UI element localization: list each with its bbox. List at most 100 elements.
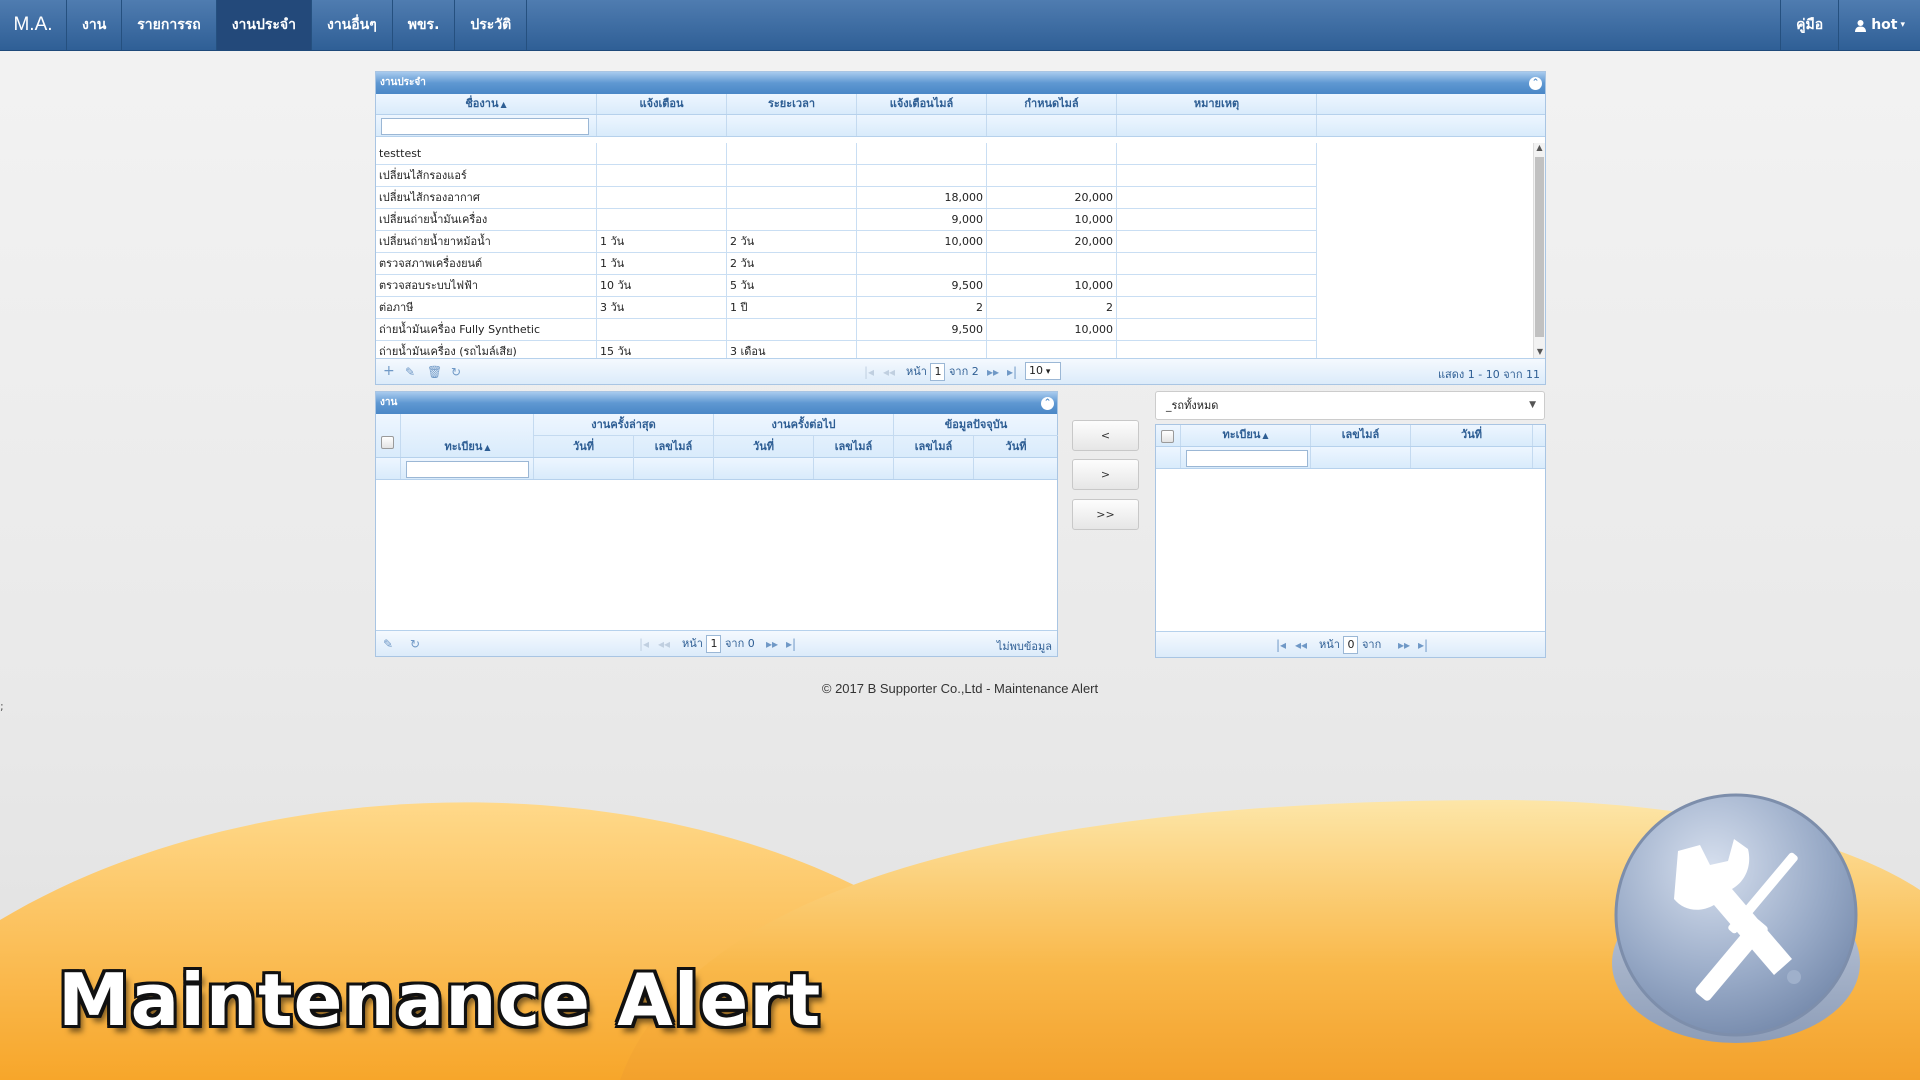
column-header-notify-mileage[interactable]: แจ้งเตือนไมล์ [857, 94, 987, 114]
plus-icon[interactable]: + [383, 363, 395, 379]
table-cell: ถ่ายน้ำมันเครื่อง Fully Synthetic [376, 319, 597, 341]
grid-filter-row [1156, 447, 1545, 469]
filter-cell [857, 115, 987, 136]
column-header-last-date[interactable]: วันที่ [534, 436, 634, 458]
car-group-select[interactable]: _รถทั้งหมด ▼ [1155, 391, 1545, 420]
scroll-thumb[interactable] [1535, 157, 1544, 337]
column-header-notify[interactable]: แจ้งเตือน [597, 94, 727, 114]
rows-per-page-select[interactable]: 10 ▾ [1025, 362, 1061, 380]
table-cell: 10 วัน [597, 275, 727, 297]
column-header-current-mileage[interactable]: เลขไมล์ [894, 436, 974, 458]
table-cell: 1 วัน [597, 231, 727, 253]
select-all-checkbox[interactable] [381, 436, 394, 449]
column-header-next-date[interactable]: วันที่ [714, 436, 814, 458]
plate-filter-input[interactable] [406, 461, 529, 478]
table-row[interactable]: ถ่ายน้ำมันเครื่อง (รถไมล์เสีย) 15 วัน 3 เด… [376, 341, 1317, 359]
move-left-button[interactable]: < [1072, 420, 1139, 451]
table-cell: 10,000 [857, 231, 987, 253]
next-page-icon[interactable]: ▸▸ [1398, 638, 1410, 652]
grid-caption: งานประจำ ⌃ [376, 72, 1545, 94]
move-all-right-button[interactable]: >> [1072, 499, 1139, 530]
trash-icon[interactable]: 🗑 [427, 365, 442, 379]
table-row[interactable]: เปลี่ยนถ่ายน้ำยาหม้อน้ำ 1 วัน 2 วัน 10,000 2… [376, 231, 1317, 253]
table-cell: ถ่ายน้ำมันเครื่อง (รถไมล์เสีย) [376, 341, 597, 359]
column-header-plate[interactable]: ทะเบียน ▲ [401, 436, 534, 458]
table-cell [1117, 275, 1317, 297]
nav-manual-link[interactable]: คู่มือ [1780, 0, 1838, 50]
table-cell [987, 253, 1117, 275]
page-input[interactable]: 0 [1343, 636, 1359, 654]
table-row[interactable]: ต่อภาษี 3 วัน 1 ปี 2 2 [376, 297, 1317, 319]
page-of-label: จาก 2 [948, 365, 979, 378]
column-header-due-mileage[interactable]: กำหนดไมล์ [987, 94, 1117, 114]
nav-item-other-jobs[interactable]: งานอื่นๆ [312, 0, 393, 50]
filter-cell [1311, 447, 1411, 468]
prev-page-icon[interactable]: ◂◂ [658, 637, 670, 651]
table-cell [1117, 165, 1317, 187]
first-page-icon[interactable]: |◂ [864, 365, 874, 379]
table-cell [1117, 209, 1317, 231]
table-row[interactable]: ตรวจสอบระบบไฟฟ้า 10 วัน 5 วัน 9,500 10,000 [376, 275, 1317, 297]
next-page-icon[interactable]: ▸▸ [766, 637, 778, 651]
select-all-checkbox[interactable] [1161, 430, 1174, 443]
nav-item-routine-jobs[interactable]: งานประจำ [216, 0, 312, 50]
prev-page-icon[interactable]: ◂◂ [883, 365, 895, 379]
column-header-date[interactable]: วันที่ [1411, 425, 1533, 446]
filter-cell [1411, 447, 1533, 468]
grid-header-row: ชื่องาน ▲ แจ้งเตือน ระยะเวลา แจ้งเตือนไมล… [376, 94, 1545, 115]
collapse-icon[interactable]: ⌃ [1041, 397, 1054, 410]
column-header-job-name[interactable]: ชื่องาน ▲ [376, 94, 597, 114]
last-page-icon[interactable]: ▸| [1418, 638, 1428, 652]
page-input[interactable]: 1 [930, 363, 946, 381]
table-cell [1117, 187, 1317, 209]
grid-filter-row [376, 458, 1057, 480]
first-page-icon[interactable]: |◂ [1276, 638, 1286, 652]
table-cell [597, 143, 727, 165]
page-indicator: หน้า 1 จาก 0 [682, 634, 755, 653]
plate-filter-input[interactable] [1186, 450, 1308, 467]
refresh-icon[interactable]: ↻ [451, 365, 461, 379]
column-header-current-date[interactable]: วันที่ [974, 436, 1058, 458]
nav-item-history[interactable]: ประวัติ [455, 0, 528, 50]
collapse-icon[interactable]: ⌃ [1529, 77, 1542, 90]
page-input[interactable]: 1 [706, 635, 722, 653]
nav-item-drivers[interactable]: พขร. [393, 0, 456, 50]
scroll-up-icon[interactable]: ▲ [1534, 143, 1545, 155]
column-header-remark[interactable]: หมายเหตุ [1117, 94, 1317, 114]
move-right-button[interactable]: > [1072, 459, 1139, 490]
table-row[interactable]: เปลี่ยนไส้กรองอากาศ 18,000 20,000 [376, 187, 1317, 209]
table-row[interactable]: ตรวจสภาพเครื่องยนต์ 1 วัน 2 วัน [376, 253, 1317, 275]
table-row[interactable]: testtest [376, 143, 1317, 165]
brand-logo-text[interactable]: M.A. [0, 0, 67, 50]
column-header-mileage[interactable]: เลขไมล์ [1311, 425, 1411, 446]
column-header-duration[interactable]: ระยะเวลา [727, 94, 857, 114]
first-page-icon[interactable]: |◂ [639, 637, 649, 651]
table-cell [727, 165, 857, 187]
select-all-cell [1156, 425, 1181, 446]
caret-down-icon: ▾ [1043, 367, 1051, 377]
nav-item-jobs[interactable]: งาน [67, 0, 123, 50]
table-row[interactable]: เปลี่ยนถ่ายน้ำมันเครื่อง 9,000 10,000 [376, 209, 1317, 231]
user-menu[interactable]: hot ▾ [1838, 0, 1920, 50]
table-cell: 5 วัน [727, 275, 857, 297]
table-cell: 15 วัน [597, 341, 727, 359]
pencil-icon[interactable]: ✎ [383, 637, 393, 651]
vertical-scrollbar[interactable]: ▲ ▼ [1533, 143, 1545, 359]
column-header-last-mileage[interactable]: เลขไมล์ [634, 436, 714, 458]
prev-page-icon[interactable]: ◂◂ [1295, 638, 1307, 652]
job-name-filter-input[interactable] [381, 118, 589, 135]
refresh-icon[interactable]: ↻ [410, 637, 420, 651]
table-row[interactable]: เปลี่ยนไส้กรองแอร์ [376, 165, 1317, 187]
table-cell: 20,000 [987, 187, 1117, 209]
last-page-icon[interactable]: ▸| [786, 637, 796, 651]
last-page-icon[interactable]: ▸| [1007, 365, 1017, 379]
table-cell [597, 165, 727, 187]
page-of-label: จาก [1361, 638, 1382, 651]
filter-cell [894, 458, 974, 479]
column-header-next-mileage[interactable]: เลขไมล์ [814, 436, 894, 458]
next-page-icon[interactable]: ▸▸ [987, 365, 999, 379]
nav-item-cars[interactable]: รายการรถ [122, 0, 217, 50]
pencil-icon[interactable]: ✎ [405, 365, 415, 379]
column-header-plate[interactable]: ทะเบียน ▲ [1181, 425, 1311, 446]
table-row[interactable]: ถ่ายน้ำมันเครื่อง Fully Synthetic 9,500 10… [376, 319, 1317, 341]
